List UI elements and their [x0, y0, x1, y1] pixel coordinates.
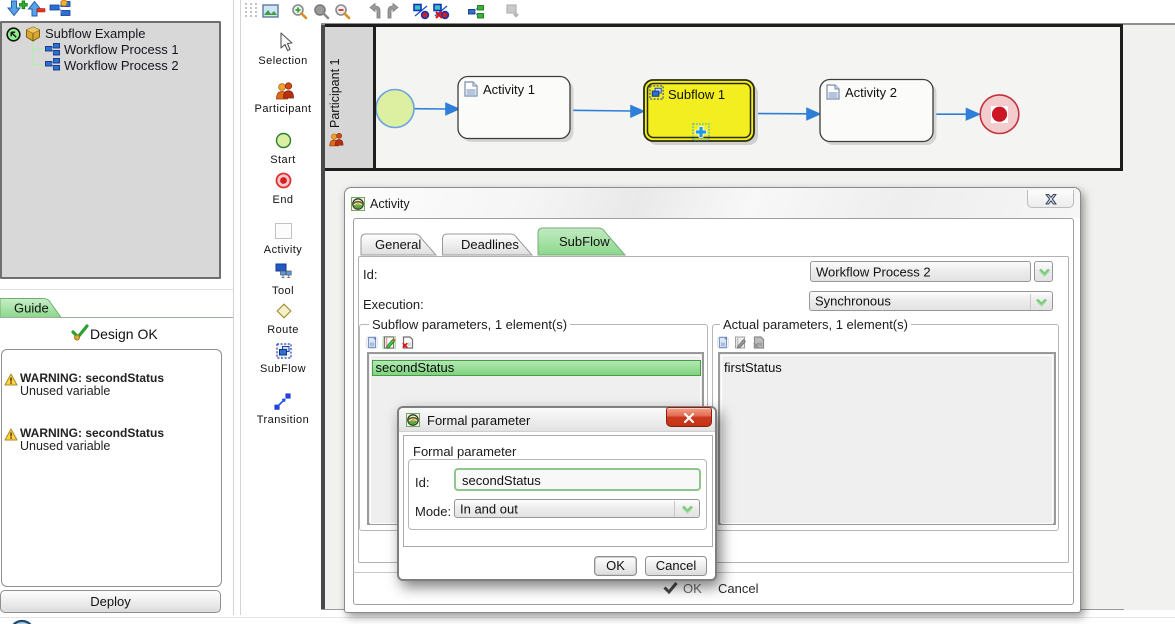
svg-text:Deadlines: Deadlines — [461, 237, 519, 252]
svg-text:SubFlow: SubFlow — [559, 234, 610, 249]
svg-text:General: General — [375, 237, 421, 252]
svg-text:Guide: Guide — [14, 301, 49, 316]
